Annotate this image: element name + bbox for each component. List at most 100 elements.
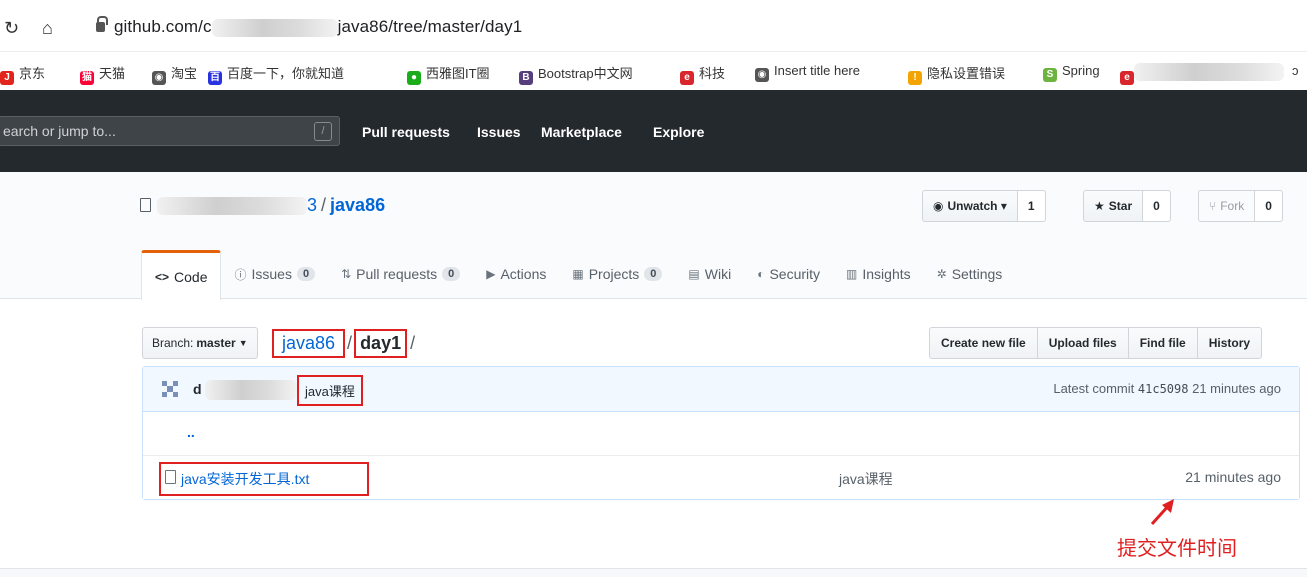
wechat-icon: ● (407, 71, 421, 85)
star-count[interactable]: 0 (1143, 190, 1171, 222)
tab-count-badge: 0 (296, 267, 316, 281)
tab-icon: ▶ (486, 267, 496, 281)
tab-wiki[interactable]: ▤ Wiki (675, 250, 744, 298)
bookmark-item[interactable]: 猫天猫 (80, 63, 125, 85)
unwatch-button[interactable]: ◉ Unwatch ▾ (922, 190, 1018, 222)
repo-tabs: <> Code ⓘ Issues 0 ⇅ Pull requests 0 ▶ Actions ▦ Pr… (141, 250, 1016, 300)
redacted-author (205, 380, 297, 400)
tab-settings[interactable]: ✲ Settings (924, 250, 1016, 298)
file-name-link[interactable]: java安装开发工具.txt (181, 469, 309, 489)
bookmark-label: 隐私设置错误 (927, 66, 1006, 81)
file-age: 21 minutes ago (1185, 469, 1281, 485)
home-icon[interactable]: ⌂ (42, 18, 53, 39)
browser-address-bar: ↻ ⌂ github.com/c java86/tree/master/day1 (0, 0, 1307, 52)
star-group: ★ Star 0 (1083, 190, 1171, 222)
eye-icon: ◉ (933, 199, 944, 213)
nav-marketplace[interactable]: Marketplace (541, 124, 622, 140)
redacted-url-segment (211, 18, 338, 37)
bookmark-label: Insert title here (774, 63, 860, 78)
spring-icon: S (1043, 68, 1057, 82)
find-file-button[interactable]: Find file (1127, 327, 1198, 359)
tab-count-badge: 0 (644, 267, 663, 281)
tab-count-badge: 0 (442, 267, 461, 281)
bookmark-label: 百度一下，你就知道 (227, 66, 345, 81)
globe-icon: ◉ (755, 68, 769, 82)
repo-title: 3/java86 (140, 195, 385, 216)
bookmark-item[interactable]: ◉ 淘宝 (152, 63, 197, 85)
table-row: .. (143, 412, 1299, 456)
history-button[interactable]: History (1196, 327, 1263, 359)
tab-icon: ▥ (846, 267, 858, 281)
redacted-bookmark (1134, 63, 1284, 81)
create-new-file-button[interactable]: Create new file (929, 327, 1038, 359)
bookmark-item[interactable]: B Bootstrap中文网 (519, 63, 633, 85)
watch-group: ◉ Unwatch ▾ 1 (922, 190, 1046, 222)
nav-issues[interactable]: Issues (477, 124, 521, 140)
commit-author-initial[interactable]: d (193, 381, 202, 397)
github-header: earch or jump to... / Pull requests Issu… (0, 90, 1307, 172)
tmall-icon: 猫 (80, 71, 94, 85)
extension-icon[interactable]: ↄ (1292, 63, 1299, 78)
tab-code[interactable]: <> Code (141, 250, 222, 300)
bookmark-item[interactable]: 百百度一下，你就知道 (208, 63, 344, 85)
repo-owner-tail[interactable]: 3 (307, 195, 317, 215)
file-table: d java课程 Latest commit 41c5098 21 minute… (142, 366, 1300, 500)
bookmark-item[interactable]: S Spring (1043, 63, 1100, 82)
breadcrumb: java86 / day1 / (272, 326, 415, 360)
avatar[interactable] (161, 380, 179, 398)
latest-commit-info: Latest commit 41c5098 21 minutes ago (1053, 381, 1281, 396)
tab-label: Security (769, 266, 821, 282)
reload-icon[interactable]: ↻ (4, 18, 19, 39)
tab-insights[interactable]: ▥ Insights (833, 250, 924, 298)
caret-down-icon: ▼ (238, 338, 248, 348)
watch-count[interactable]: 1 (1017, 190, 1046, 222)
commit-message[interactable]: java课程 (297, 375, 363, 406)
bookmark-item[interactable]: J 京东 (0, 63, 45, 85)
fork-group: ⑂ Fork 0 (1198, 190, 1283, 222)
branch-name: master (196, 336, 236, 350)
bookmark-item[interactable]: ◉ Insert title here (755, 63, 860, 82)
fork-button[interactable]: ⑂ Fork (1198, 190, 1256, 222)
tab-icon: ⇅ (341, 267, 352, 281)
lock-icon (96, 16, 108, 32)
star-button[interactable]: ★ Star (1083, 190, 1144, 222)
commit-age: 21 minutes ago (1192, 381, 1281, 396)
breadcrumb-separator: / (347, 332, 353, 353)
bookmark-label: Spring (1062, 63, 1100, 78)
url-text-suffix: java86/tree/master/day1 (337, 17, 523, 36)
tab-pull-requests[interactable]: ⇅ Pull requests 0 (328, 250, 473, 298)
search-placeholder: earch or jump to... (3, 123, 116, 139)
ie-icon: e (680, 71, 694, 85)
tab-projects[interactable]: ▦ Projects 0 (559, 250, 675, 298)
file-actions: Create new file Upload files Find file H… (929, 327, 1263, 359)
bookmark-item[interactable]: ● 西雅图IT圈 (407, 63, 490, 85)
warning-icon: ! (908, 71, 922, 85)
tab-icon: ▦ (572, 267, 584, 281)
latest-commit-label: Latest commit (1053, 381, 1135, 396)
tab-security[interactable]: ◐ Security (744, 250, 833, 298)
nav-explore[interactable]: Explore (653, 124, 704, 140)
tab-icon: ⓘ (234, 267, 247, 282)
page-footer-divider (0, 568, 1307, 577)
bookmark-item[interactable]: e 科技 (680, 63, 725, 85)
nav-pull-requests[interactable]: Pull requests (362, 124, 450, 140)
annotation-label: 提交文件时间 (1117, 538, 1237, 560)
commit-sha-link[interactable]: 41c5098 (1138, 382, 1189, 396)
bookmark-item[interactable]: ! 隐私设置错误 (908, 63, 1005, 85)
fork-count[interactable]: 0 (1255, 190, 1283, 222)
tab-actions[interactable]: ▶ Actions (473, 250, 559, 298)
branch-select[interactable]: Branch: master ▼ (142, 327, 258, 359)
upload-files-button[interactable]: Upload files (1036, 327, 1129, 359)
file-commit-message[interactable]: java课程 (839, 469, 893, 489)
repo-icon (140, 198, 151, 212)
url-field[interactable]: github.com/c java86/tree/master/day1 (114, 17, 522, 37)
breadcrumb-repo-link[interactable]: java86 (272, 328, 346, 358)
latest-commit-row: d java课程 Latest commit 41c5098 21 minute… (143, 367, 1299, 412)
search-input[interactable]: earch or jump to... / (0, 116, 340, 146)
slash-shortcut-icon: / (314, 122, 332, 141)
tab-issues[interactable]: ⓘ Issues 0 (221, 250, 328, 298)
parent-dir-link[interactable]: .. (187, 424, 195, 440)
baidu-icon: 百 (208, 71, 222, 85)
fork-label: Fork (1220, 199, 1245, 213)
repo-name-link[interactable]: java86 (330, 195, 385, 215)
